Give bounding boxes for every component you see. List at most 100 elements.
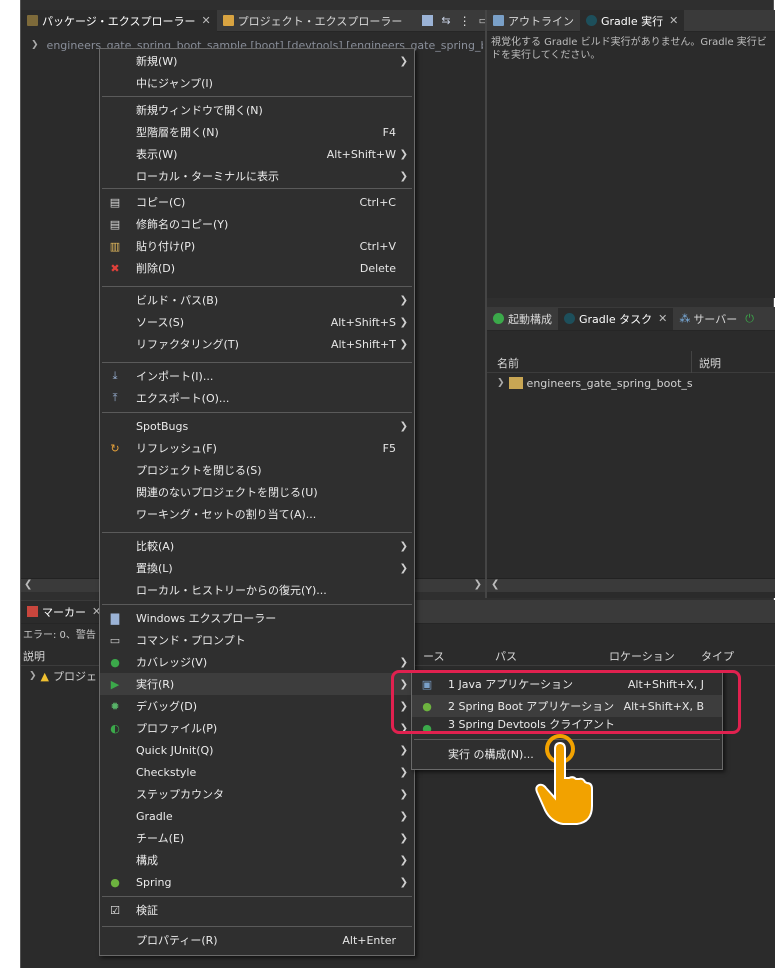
menu-item-item-20[interactable]: 比較(A) ❯ bbox=[100, 535, 414, 557]
menu-item-quick-junit[interactable]: Quick JUnit(Q) ❯ bbox=[100, 739, 414, 761]
submenu-arrow-icon: ❯ bbox=[399, 562, 408, 574]
gradle-icon bbox=[564, 313, 575, 324]
tab-package-explorer[interactable]: パッケージ・エクスプローラー ✕ bbox=[21, 9, 217, 32]
profile-icon: ◐ bbox=[110, 721, 120, 735]
tab-launch-config-label: 起動構成 bbox=[508, 312, 552, 326]
menu-item-label: 置換(L) bbox=[136, 562, 173, 575]
menu-item-item-16[interactable]: ↻ リフレッシュ(F) F5 bbox=[100, 437, 414, 459]
menu-item-item-24[interactable]: ▭ コマンド・プロンプト bbox=[100, 629, 414, 651]
menu-item-item-27[interactable]: ✹ デバッグ(D) ❯ bbox=[100, 695, 414, 717]
menu-item-item-13[interactable]: ⤓ インポート(I)... bbox=[100, 365, 414, 387]
menu-item-item-11[interactable]: ソース(S) Alt+Shift+S ❯ bbox=[100, 311, 414, 333]
menu-item-item-19[interactable]: ワーキング・セットの割り当て(A)... bbox=[100, 503, 414, 525]
col-name[interactable]: 名前 bbox=[497, 355, 519, 371]
tab-launch-config[interactable]: 起動構成 bbox=[487, 308, 558, 330]
col-location[interactable]: ロケーション bbox=[609, 648, 675, 664]
tab-outline-label: アウトライン bbox=[508, 14, 574, 28]
menu-item-item-10[interactable]: ビルド・パス(B) ❯ bbox=[100, 289, 414, 311]
menu-item-spotbugs[interactable]: SpotBugs ❯ bbox=[100, 415, 414, 437]
menu-item-label: 検証 bbox=[136, 904, 158, 917]
col-resource[interactable]: ース bbox=[423, 648, 444, 664]
menu-item-item-26[interactable]: ▶ 実行(R) ❯ bbox=[100, 673, 414, 695]
tab-servers[interactable]: ⁂ サーバー ⏻ bbox=[673, 308, 760, 330]
view-menu-icon[interactable]: ⋮ bbox=[459, 14, 471, 28]
markers-icon bbox=[27, 606, 38, 617]
menu-item-item-1[interactable]: 中にジャンプ(I) bbox=[100, 72, 414, 94]
menu-item-shortcut: F4 bbox=[382, 125, 396, 139]
menu-item-shortcut: Alt+Shift+T bbox=[330, 337, 396, 351]
menu-item-item-14[interactable]: ⤒ エクスポート(O)... bbox=[100, 387, 414, 409]
link-editor-icon[interactable]: ⇆ bbox=[441, 14, 450, 27]
menu-item-item-0[interactable]: 新規(W) ❯ bbox=[100, 50, 414, 72]
menu-separator bbox=[102, 532, 412, 533]
menu-item-label: 修飾名のコピー(Y) bbox=[136, 218, 229, 231]
menu-item-item-37[interactable]: プロパティー(R) Alt+Enter bbox=[100, 929, 414, 951]
menu-separator bbox=[102, 188, 412, 189]
menu-item-label: チーム(E) bbox=[136, 832, 185, 845]
menu-item-label: ワーキング・セットの割り当て(A)... bbox=[136, 508, 317, 521]
menu-item-item-31[interactable]: ステップカウンタ ❯ bbox=[100, 783, 414, 805]
menu-item-label: 型階層を開く(N) bbox=[136, 126, 219, 139]
menu-item-item-5[interactable]: ローカル・ターミナルに表示 ❯ bbox=[100, 165, 414, 187]
menu-item-item-22[interactable]: ローカル・ヒストリーからの復元(Y)... bbox=[100, 579, 414, 601]
menu-item-checkstyle[interactable]: Checkstyle ❯ bbox=[100, 761, 414, 783]
expand-icon[interactable]: ❯ bbox=[31, 40, 39, 50]
menu-item-label: 構成 bbox=[136, 854, 158, 867]
copy-icon: ▤ bbox=[109, 195, 121, 209]
markers-tree-item[interactable]: ❯ ▲ プロジェ bbox=[29, 668, 109, 684]
menu-item-label: ステップカウンタ bbox=[136, 788, 224, 801]
context-menu: 新規(W) ❯ 中にジャンプ(I) 新規ウィンドウで開く(N) 型階層を開く(N) F4 表… bbox=[99, 48, 415, 956]
menu-item-gradle[interactable]: Gradle ❯ bbox=[100, 805, 414, 827]
right-h-scrollbar[interactable]: ❮ bbox=[487, 578, 775, 592]
menu-item-item-8[interactable]: ▥ 貼り付け(P) Ctrl+V bbox=[100, 235, 414, 257]
menu-item-item-7[interactable]: ▤ 修飾名のコピー(Y) bbox=[100, 213, 414, 235]
tab-outline[interactable]: アウトライン bbox=[487, 10, 580, 32]
menu-item-label: プロパティー(R) bbox=[136, 934, 218, 947]
menu-item-item-6[interactable]: ▤ コピー(C) Ctrl+C bbox=[100, 191, 414, 213]
menu-item-item-28[interactable]: ◐ プロファイル(P) ❯ bbox=[100, 717, 414, 739]
menu-item-item-2[interactable]: 新規ウィンドウで開く(N) bbox=[100, 99, 414, 121]
col-path[interactable]: パス bbox=[495, 648, 517, 664]
menu-item-item-25[interactable]: ● カバレッジ(V) ❯ bbox=[100, 651, 414, 673]
close-icon[interactable]: ✕ bbox=[658, 312, 667, 325]
menu-item-item-21[interactable]: 置換(L) ❯ bbox=[100, 557, 414, 579]
menu-item-item-33[interactable]: チーム(E) ❯ bbox=[100, 827, 414, 849]
tab-package-explorer-label: パッケージ・エクスプローラー bbox=[42, 14, 196, 28]
menu-separator bbox=[102, 286, 412, 287]
submenu-arrow-icon: ❯ bbox=[399, 316, 408, 328]
col-description[interactable]: 説明 bbox=[699, 355, 721, 371]
menu-item-item-34[interactable]: 構成 ❯ bbox=[100, 849, 414, 871]
eclipse-window: パッケージ・エクスプローラー ✕ プロジェクト・エクスプローラー ⇆ ⋮ ▭ □… bbox=[20, 0, 777, 968]
tab-project-explorer[interactable]: プロジェクト・エクスプローラー bbox=[217, 10, 409, 32]
menu-item-item-9[interactable]: ✖ 削除(D) Delete bbox=[100, 257, 414, 279]
collapse-all-icon[interactable] bbox=[422, 15, 434, 26]
menu-item-item-18[interactable]: 関連のないプロジェクトを閉じる(U) bbox=[100, 481, 414, 503]
menu-item-windows[interactable]: ▇ Windows エクスプローラー bbox=[100, 607, 414, 629]
col-markers-description[interactable]: 説明 bbox=[23, 648, 45, 664]
menu-item-label: ソース(S) bbox=[136, 316, 185, 329]
tasks-tree-item[interactable]: ❯ engineers_gate_spring_boot_s bbox=[497, 375, 777, 391]
refresh-icon: ↻ bbox=[110, 441, 120, 455]
menu-item-item-3[interactable]: 型階層を開く(N) F4 bbox=[100, 121, 414, 143]
close-icon[interactable]: ✕ bbox=[201, 14, 210, 27]
tab-gradle-run[interactable]: Gradle 実行 ✕ bbox=[580, 9, 685, 32]
close-icon[interactable]: ✕ bbox=[669, 14, 678, 27]
menu-item-item-17[interactable]: プロジェクトを閉じる(S) bbox=[100, 459, 414, 481]
expand-icon[interactable]: ❯ bbox=[29, 671, 37, 681]
submenu-arrow-icon: ❯ bbox=[399, 420, 408, 432]
menu-item-spring[interactable]: ● Spring ❯ bbox=[100, 871, 414, 893]
import-icon: ⤓ bbox=[112, 369, 118, 382]
menu-item-item-4[interactable]: 表示(W) Alt+Shift+W ❯ bbox=[100, 143, 414, 165]
menu-item-label: 新規ウィンドウで開く(N) bbox=[136, 104, 263, 117]
menu-item-item-36[interactable]: ☑ 検証 bbox=[100, 899, 414, 921]
menu-item-label: Windows エクスプローラー bbox=[136, 612, 277, 625]
tab-markers[interactable]: マーカー ✕ bbox=[21, 600, 108, 623]
submenu-arrow-icon: ❯ bbox=[399, 744, 408, 756]
tab-gradle-tasks[interactable]: Gradle タスク ✕ bbox=[558, 307, 674, 330]
menu-item-item-12[interactable]: リファクタリング(T) Alt+Shift+T ❯ bbox=[100, 333, 414, 355]
menu-item-label: 表示(W) bbox=[136, 148, 178, 161]
expand-icon[interactable]: ❯ bbox=[497, 378, 505, 388]
export-icon: ⤒ bbox=[112, 391, 118, 404]
col-type[interactable]: タイプ bbox=[701, 648, 734, 664]
menu-item-label: 貼り付け(P) bbox=[136, 240, 196, 253]
